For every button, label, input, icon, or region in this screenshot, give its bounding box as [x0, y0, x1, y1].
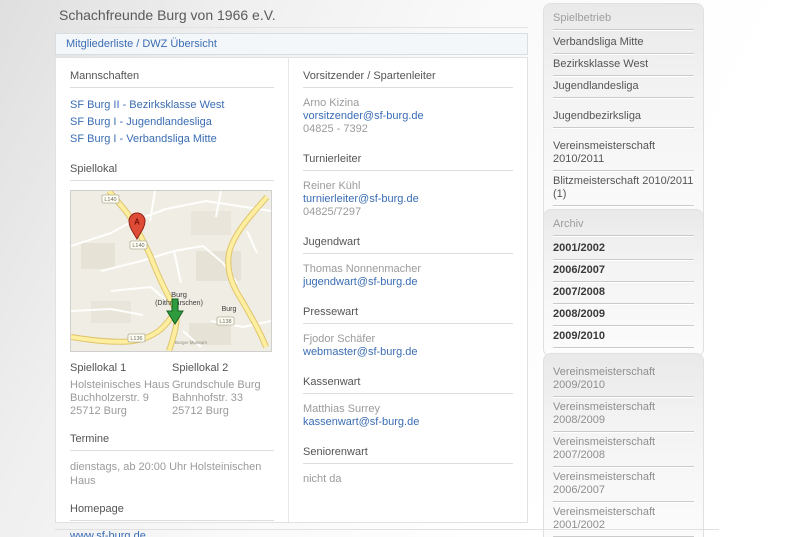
meister-item-2009-2010[interactable]: Vereinsmeisterschaft 2009/2010	[553, 362, 694, 397]
contact-title: Turnierleiter	[303, 153, 513, 171]
title-divider	[55, 27, 528, 28]
map-canvas: L140 L140 L138 L136 Burg (Dithmarschen) …	[71, 191, 271, 351]
breadcrumb-link-dwz-uebersicht[interactable]: DWZ Übersicht	[142, 38, 217, 50]
contact-email-link[interactable]: vorsitzender@sf-burg.de	[303, 110, 424, 122]
contact-email-link[interactable]: turnierleiter@sf-burg.de	[303, 193, 419, 205]
contact-name: nicht da	[303, 473, 513, 486]
venue-line: 25712 Burg	[70, 405, 172, 418]
contact-title: Seniorenwart	[303, 446, 513, 464]
venue-spiellokal-1: Spiellokal 1 Holsteinisches Haus Buchhol…	[70, 362, 172, 418]
map-block	[196, 251, 241, 281]
meister-item-2007-2008[interactable]: Vereinsmeisterschaft 2007/2008	[553, 432, 694, 467]
section-title-mannschaften: Mannschaften	[70, 70, 274, 88]
section-title-termine: Termine	[70, 433, 274, 451]
map-embed[interactable]: L140 L140 L138 L136 Burg (Dithmarschen) …	[70, 190, 272, 352]
contact-name: Arno Kizina	[303, 97, 513, 110]
svg-text:(Dithmarschen): (Dithmarschen)	[155, 300, 203, 307]
contact-turnierleiter: Turnierleiter Reiner Kühl turnierleiter@…	[303, 153, 513, 219]
archiv-item-2009-2010[interactable]: 2009/2010	[553, 326, 694, 348]
termine-text: dienstags, ab 20:00 Uhr Holsteinischen H…	[70, 460, 274, 488]
club-info-column: Mannschaften SF Burg II - Bezirksklasse …	[56, 58, 288, 522]
contact-phone: 04825 - 7392	[303, 123, 513, 136]
venue-name: Spiellokal 1	[70, 362, 172, 374]
map-block	[191, 211, 231, 235]
contact-title: Kassenwart	[303, 376, 513, 394]
section-mannschaften: Mannschaften SF Burg II - Bezirksklasse …	[70, 70, 274, 148]
section-spiellokal: Spiellokal	[70, 163, 274, 418]
venue-line: Bahnhofstr. 33	[172, 392, 274, 405]
main-content: Mannschaften SF Burg II - Bezirksklasse …	[55, 57, 528, 523]
sidebar-item-jugendbezirksliga[interactable]: Jugendbezirksliga	[553, 106, 694, 128]
page-title: Schachfreunde Burg von 1966 e.V.	[59, 7, 276, 23]
meister-item-2006-2007[interactable]: Vereinsmeisterschaft 2006/2007	[553, 467, 694, 502]
svg-text:Burg: Burg	[222, 306, 237, 313]
archiv-item-2001-2002[interactable]: 2001/2002	[553, 238, 694, 260]
svg-text:Burg: Burg	[171, 290, 187, 299]
venue-line: 25712 Burg	[172, 405, 274, 418]
venue-line: Holsteinisches Haus	[70, 379, 172, 392]
contact-email-link[interactable]: kassenwart@sf-burg.de	[303, 416, 419, 428]
contact-name: Matthias Surrey	[303, 403, 513, 416]
breadcrumb: Mitgliederliste/DWZ Übersicht	[55, 33, 528, 55]
contact-pressewart: Pressewart Fjodor Schäfer webmaster@sf-b…	[303, 306, 513, 359]
contact-phone: 04825/7297	[303, 206, 513, 219]
homepage-link[interactable]: www.sf-burg.de	[70, 530, 146, 537]
svg-text:L140: L140	[104, 197, 116, 203]
sidebar-item-jugendlandesliga[interactable]: Jugendlandesliga	[553, 76, 694, 98]
breadcrumb-separator: /	[133, 38, 142, 50]
sidebar-item-blitzmeisterschaft-2010-2011-1[interactable]: Blitzmeisterschaft 2010/2011 (1)	[553, 171, 694, 206]
contact-email-link[interactable]: jugendwart@sf-burg.de	[303, 276, 418, 288]
venue-line: Buchholzerstr. 9	[70, 392, 172, 405]
contact-title: Pressewart	[303, 306, 513, 324]
breadcrumb-link-mitgliederliste[interactable]: Mitgliederliste	[66, 38, 133, 50]
meister-item-2008-2009[interactable]: Vereinsmeisterschaft 2008/2009	[553, 397, 694, 432]
contact-seniorenwart: Seniorenwart nicht da	[303, 446, 513, 486]
team-link-sf-burg-1-jugend[interactable]: SF Burg I - Jugendlandesliga	[70, 114, 274, 131]
contact-name: Reiner Kühl	[303, 180, 513, 193]
team-link-sf-burg-2[interactable]: SF Burg II - Bezirksklasse West	[70, 97, 274, 114]
venue-spiellokal-2: Spiellokal 2 Grundschule Burg Bahnhofstr…	[172, 362, 274, 418]
panel-title-spielbetrieb: Spielbetrieb	[553, 12, 694, 30]
archiv-item-2007-2008[interactable]: 2007/2008	[553, 282, 694, 304]
contact-title: Jugendwart	[303, 236, 513, 254]
venue-name: Spiellokal 2	[172, 362, 274, 374]
contact-title: Vorsitzender / Spartenleiter	[303, 70, 513, 88]
meister-item-2001-2002[interactable]: Vereinsmeisterschaft 2001/2002	[553, 502, 694, 537]
svg-text:L136: L136	[130, 336, 142, 342]
team-link-sf-burg-1-verband[interactable]: SF Burg I - Verbandsliga Mitte	[70, 131, 274, 148]
panel-title-archiv: Archiv	[553, 218, 694, 236]
svg-text:Burger Museum: Burger Museum	[175, 340, 207, 345]
sidebar-panel-vereinsmeisterschaften: Vereinsmeisterschaft 2009/2010 Vereinsme…	[543, 353, 704, 537]
sidebar-item-bezirksklasse-west[interactable]: Bezirksklasse West	[553, 54, 694, 76]
contact-jugendwart: Jugendwart Thomas Nonnenmacher jugendwar…	[303, 236, 513, 289]
contacts-column: Vorsitzender / Spartenleiter Arno Kizina…	[288, 58, 527, 522]
footer-divider	[55, 529, 719, 530]
contact-kassenwart: Kassenwart Matthias Surrey kassenwart@sf…	[303, 376, 513, 429]
sidebar-panel-archiv: Archiv 2001/2002 2006/2007 2007/2008 200…	[543, 209, 704, 357]
map-block	[81, 243, 115, 269]
section-title-spiellokal: Spiellokal	[70, 163, 274, 181]
venue-addresses: Spiellokal 1 Holsteinisches Haus Buchhol…	[70, 362, 274, 418]
sidebar-item-vereinsmeisterschaft-2010-2011[interactable]: Vereinsmeisterschaft 2010/2011	[553, 136, 694, 171]
venue-line: Grundschule Burg	[172, 379, 274, 392]
svg-text:L138: L138	[219, 319, 231, 325]
svg-text:A: A	[134, 218, 140, 227]
section-homepage: Homepage www.sf-burg.de	[70, 503, 274, 537]
contact-name: Thomas Nonnenmacher	[303, 263, 513, 276]
sidebar-item-verbandsliga-mitte[interactable]: Verbandsliga Mitte	[553, 32, 694, 54]
contact-vorsitzender: Vorsitzender / Spartenleiter Arno Kizina…	[303, 70, 513, 136]
archiv-item-2006-2007[interactable]: 2006/2007	[553, 260, 694, 282]
section-title-homepage: Homepage	[70, 503, 274, 521]
contact-name: Fjodor Schäfer	[303, 333, 513, 346]
contact-email-link[interactable]: webmaster@sf-burg.de	[303, 346, 418, 358]
section-termine: Termine dienstags, ab 20:00 Uhr Holstein…	[70, 433, 274, 488]
svg-text:L140: L140	[132, 243, 144, 249]
archiv-item-2008-2009[interactable]: 2008/2009	[553, 304, 694, 326]
